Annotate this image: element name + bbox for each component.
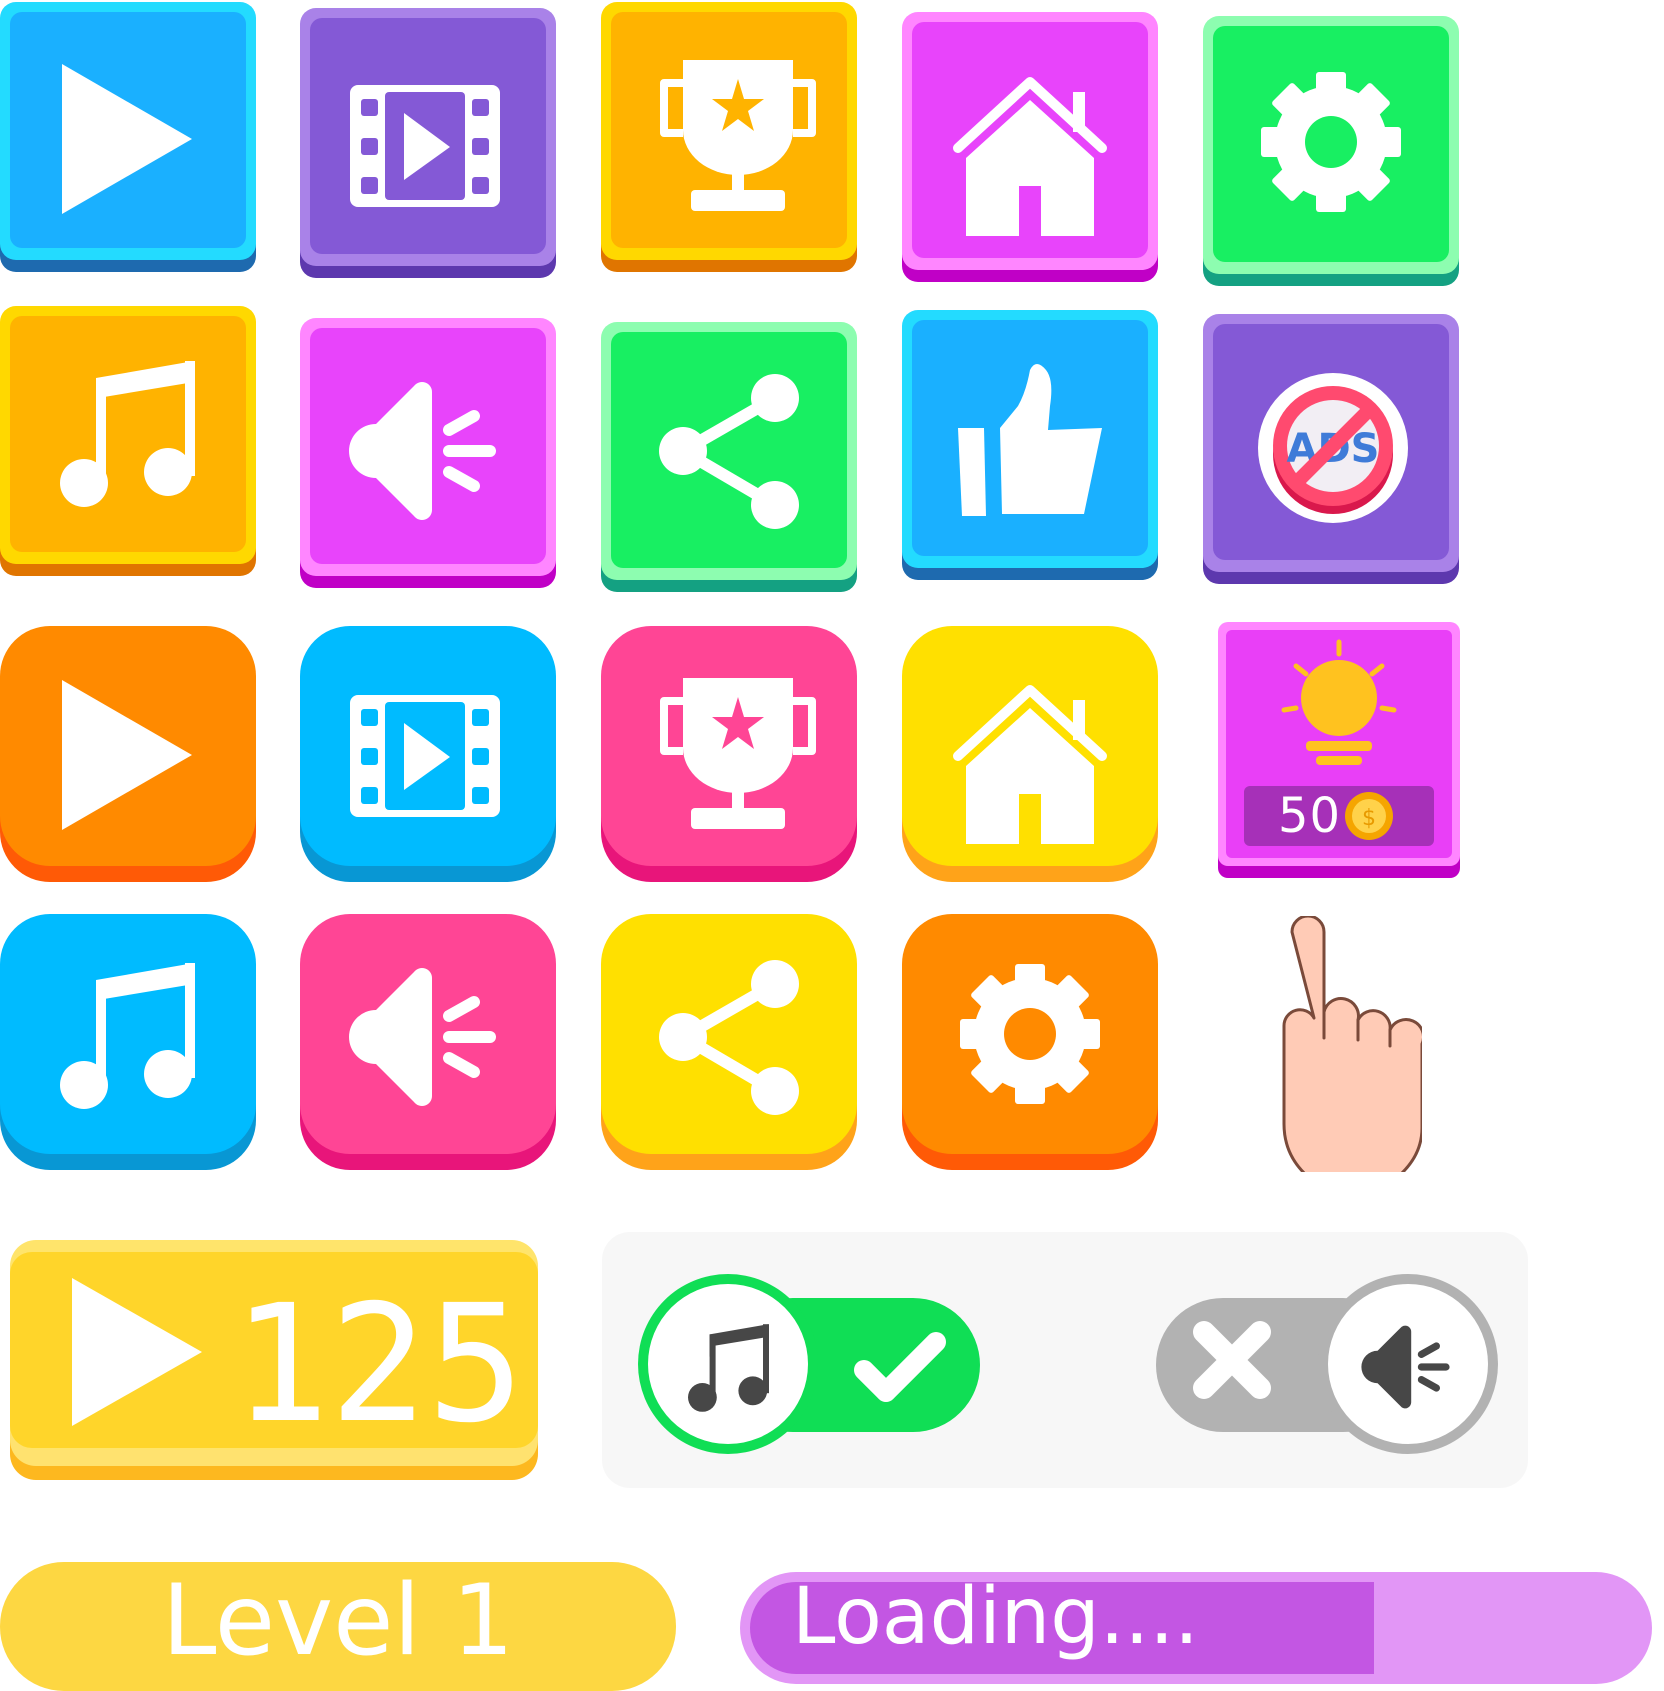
no-ads-icon: ADS: [1258, 373, 1408, 523]
loading-bar: Loading....: [740, 1572, 1652, 1684]
pointing-hand-icon: [1282, 916, 1422, 1172]
reward-count: 125: [232, 1271, 525, 1459]
trophy-button[interactable]: [601, 626, 857, 882]
currency-symbol: $: [1362, 806, 1376, 831]
share-button[interactable]: [601, 914, 857, 1170]
level-badge: Level 1: [0, 1562, 676, 1691]
hint-cost: 50: [1278, 788, 1342, 844]
no-ads-button[interactable]: ADS: [1203, 312, 1459, 584]
home-button[interactable]: [902, 10, 1158, 282]
sound-button[interactable]: [300, 316, 556, 588]
hint-button[interactable]: $ 50: [1218, 622, 1460, 878]
music-button[interactable]: [0, 304, 256, 576]
trophy-button[interactable]: [601, 0, 857, 272]
like-button[interactable]: [902, 308, 1158, 580]
share-button[interactable]: [601, 320, 857, 592]
play-button[interactable]: [0, 0, 256, 272]
video-button[interactable]: [300, 626, 556, 882]
settings-button[interactable]: [1203, 14, 1459, 286]
gear-icon: [1261, 72, 1401, 212]
level-label: Level 1: [161, 1564, 515, 1678]
settings-button[interactable]: [902, 914, 1158, 1170]
reward-button[interactable]: 125: [10, 1240, 538, 1480]
home-button[interactable]: [902, 626, 1158, 882]
music-toggle[interactable]: [636, 1272, 980, 1456]
sound-toggle[interactable]: [1156, 1272, 1500, 1456]
sound-button[interactable]: [300, 914, 556, 1170]
play-button[interactable]: [0, 626, 256, 882]
video-icon: [350, 85, 500, 207]
video-icon: [350, 695, 500, 817]
loading-label: Loading....: [792, 1572, 1199, 1662]
music-button[interactable]: [0, 914, 256, 1170]
video-button[interactable]: [300, 6, 556, 278]
coin-icon: $: [1345, 792, 1393, 840]
gear-icon: [960, 964, 1100, 1104]
